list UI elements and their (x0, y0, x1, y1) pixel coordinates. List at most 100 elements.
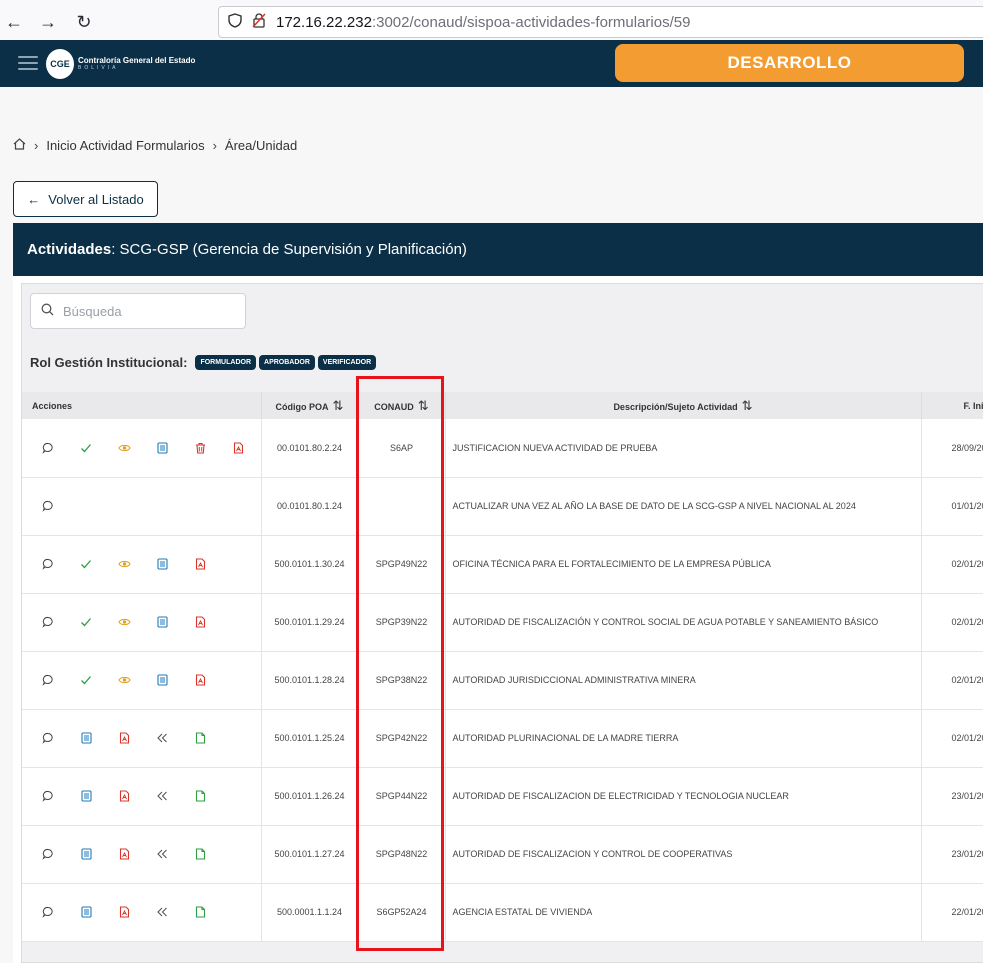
rewind-icon[interactable] (154, 730, 170, 746)
pdf-icon[interactable] (116, 788, 132, 804)
eye-icon[interactable] (116, 672, 132, 688)
sort-icon[interactable]: ⇅ (418, 398, 429, 413)
col-finicio[interactable]: F. Inicio (921, 392, 983, 419)
comment-icon[interactable] (40, 730, 56, 746)
home-icon[interactable] (13, 138, 26, 153)
cell-codigo: 500.0101.1.27.24 (261, 825, 359, 884)
breadcrumb: › Inicio Actividad Formularios › Área/Un… (13, 138, 297, 153)
comment-icon[interactable] (40, 498, 56, 514)
sort-icon[interactable]: ⇅ (742, 398, 753, 413)
eye-icon[interactable] (116, 440, 132, 456)
cell-codigo: 00.0101.80.1.24 (261, 477, 359, 536)
role-chip-verificador: VERIFICADOR (317, 355, 377, 370)
eye-icon[interactable] (116, 556, 132, 572)
check-icon[interactable] (78, 440, 94, 456)
col-descripcion[interactable]: Descripción/Sujeto Actividad ⇅ (445, 392, 922, 419)
back-button-label: Volver al Listado (48, 191, 144, 207)
rewind-icon[interactable] (154, 846, 170, 862)
cell-descripcion: AGENCIA ESTATAL DE VIVIENDA (445, 883, 922, 942)
file-icon[interactable] (192, 788, 208, 804)
table-row[interactable]: 500.0101.1.29.24 SPGP39N22 AUTORIDAD DE FI… (22, 593, 983, 652)
table-row[interactable]: 500.0101.1.25.24 SPGP42N22 AUTORIDAD PLURI… (22, 709, 983, 768)
check-icon[interactable] (78, 614, 94, 630)
table-row[interactable]: 00.0101.80.2.24 S6AP JUSTIFICACION NUEVA A… (22, 419, 983, 478)
comment-icon[interactable] (40, 904, 56, 920)
cell-finicio: 02/01/2024 (921, 593, 983, 652)
comment-icon[interactable] (40, 614, 56, 630)
reload-icon[interactable]: ↻ (72, 10, 96, 34)
row-actions (22, 535, 262, 594)
document-icon[interactable] (154, 672, 170, 688)
table-row[interactable]: 500.0001.1.1.24 S6GP52A24 AGENCIA ESTATAL … (22, 883, 983, 942)
cell-codigo: 500.0101.1.28.24 (261, 651, 359, 710)
document-icon[interactable] (154, 614, 170, 630)
chevron-right-icon: › (212, 138, 217, 153)
pdf-icon[interactable] (116, 730, 132, 746)
col-conaud[interactable]: CONAUD ⇅ (358, 392, 446, 419)
cell-conaud (358, 477, 446, 536)
logo: CGE Contraloría General del Estado BOLIV… (46, 48, 195, 80)
trash-icon[interactable] (192, 440, 208, 456)
pdf-icon[interactable] (192, 556, 208, 572)
table-row[interactable]: 500.0101.1.30.24 SPGP49N22 OFICINA TÉCNICA… (22, 535, 983, 594)
row-actions (22, 709, 262, 768)
comment-icon[interactable] (40, 672, 56, 688)
forward-arrow-icon[interactable]: → (36, 10, 60, 34)
menu-icon[interactable] (18, 56, 38, 72)
document-icon[interactable] (154, 556, 170, 572)
pdf-icon[interactable] (116, 904, 132, 920)
row-actions (22, 419, 262, 478)
pdf-icon[interactable] (116, 846, 132, 862)
table-row[interactable]: 500.0101.1.28.24 SPGP38N22 AUTORIDAD JURIS… (22, 651, 983, 710)
table-header-row: Acciones Código POA ⇅ CONAUD ⇅ Descripción… (22, 392, 983, 419)
comment-icon[interactable] (40, 846, 56, 862)
cell-descripcion: AUTORIDAD JURISDICCIONAL ADMINISTRATIVA … (445, 651, 922, 710)
cell-codigo: 500.0101.1.29.24 (261, 593, 359, 652)
search-input[interactable]: Búsqueda (30, 293, 246, 329)
pdf-icon[interactable] (192, 672, 208, 688)
table-row[interactable]: 00.0101.80.1.24 ACTUALIZAR UNA VEZ AL AÑO… (22, 477, 983, 536)
pdf-icon[interactable] (230, 440, 246, 456)
document-icon[interactable] (78, 730, 94, 746)
sort-icon[interactable]: ⇅ (333, 398, 344, 413)
cell-finicio: 28/09/2024 (921, 419, 983, 478)
comment-icon[interactable] (40, 556, 56, 572)
rewind-icon[interactable] (154, 788, 170, 804)
back-arrow-icon[interactable]: ← (2, 10, 26, 34)
cell-conaud: SPGP49N22 (358, 535, 446, 594)
role-label: Rol Gestión Institucional: (30, 355, 188, 370)
check-icon[interactable] (78, 672, 94, 688)
col-conaud-label: CONAUD (374, 401, 414, 412)
address-bar[interactable]: 172.16.22.232:3002/conaud/sispoa-activid… (218, 6, 983, 38)
comment-icon[interactable] (40, 788, 56, 804)
comment-icon[interactable] (40, 440, 56, 456)
file-icon[interactable] (192, 730, 208, 746)
document-icon[interactable] (78, 904, 94, 920)
file-icon[interactable] (192, 904, 208, 920)
card-title-rest: : SCG-GSP (Gerencia de Supervisión y Pla… (111, 241, 467, 258)
table-row[interactable]: 500.0101.1.27.24 SPGP48N22 AUTORIDAD DE FI… (22, 825, 983, 884)
check-icon[interactable] (78, 556, 94, 572)
search-placeholder: Búsqueda (63, 303, 122, 319)
col-codigo[interactable]: Código POA ⇅ (261, 392, 359, 419)
cell-codigo: 500.0101.1.25.24 (261, 709, 359, 768)
breadcrumb-item-formularios[interactable]: Inicio Actividad Formularios (46, 138, 204, 153)
cell-conaud: SPGP42N22 (358, 709, 446, 768)
cell-finicio: 23/01/2024 (921, 825, 983, 884)
cell-finicio: 01/01/2024 (921, 477, 983, 536)
back-to-list-button[interactable]: ← Volver al Listado (13, 181, 158, 217)
table-row[interactable]: 500.0101.1.26.24 SPGP44N22 AUTORIDAD DE FI… (22, 767, 983, 826)
pdf-icon[interactable] (192, 614, 208, 630)
cell-conaud: SPGP44N22 (358, 767, 446, 826)
document-icon[interactable] (78, 788, 94, 804)
row-actions (22, 477, 262, 536)
eye-icon[interactable] (116, 614, 132, 630)
rewind-icon[interactable] (154, 904, 170, 920)
url-host: 172.16.22.232 (276, 13, 372, 31)
cell-codigo: 00.0101.80.2.24 (261, 419, 359, 478)
document-icon[interactable] (154, 440, 170, 456)
cell-finicio: 02/01/2024 (921, 535, 983, 594)
file-icon[interactable] (192, 846, 208, 862)
org-country: BOLIVIA (78, 65, 119, 72)
document-icon[interactable] (78, 846, 94, 862)
